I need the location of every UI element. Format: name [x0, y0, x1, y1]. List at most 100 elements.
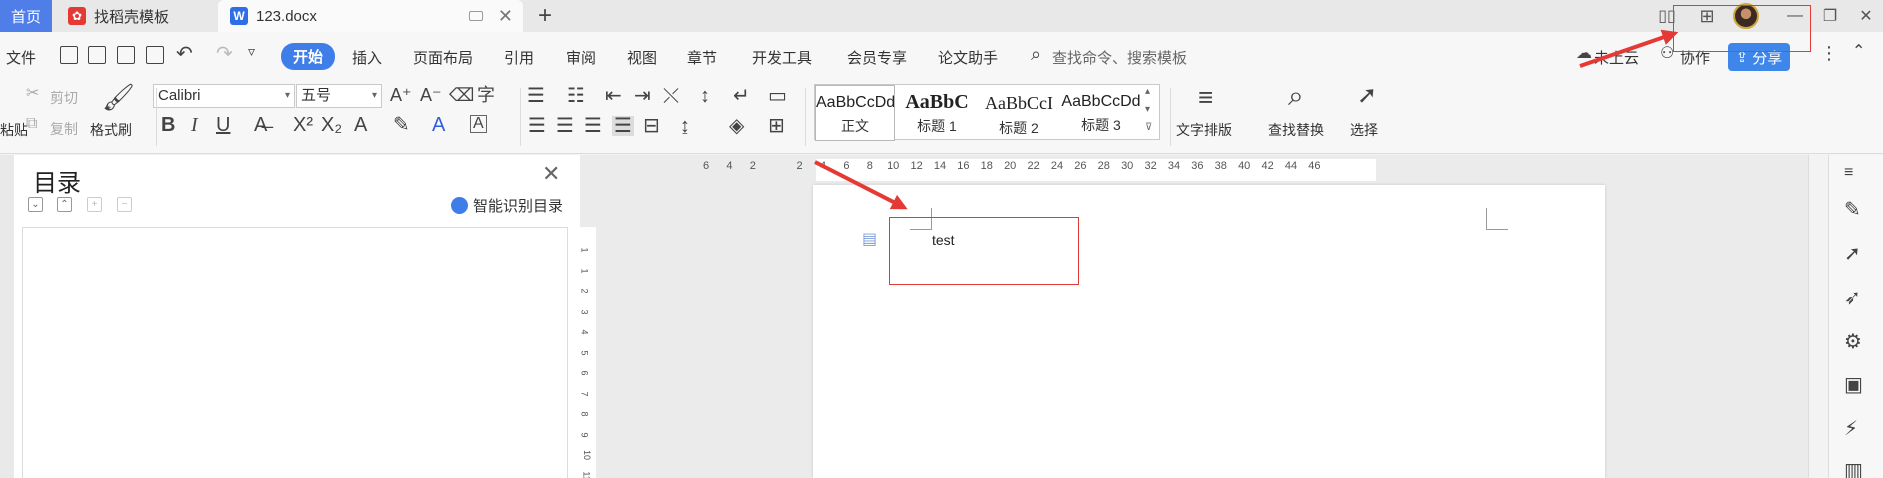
numbered-list-icon[interactable]: ☷	[567, 86, 585, 106]
style-heading-2[interactable]: AaBbCcI 标题 2	[979, 85, 1059, 141]
find-replace-button[interactable]: 查找替换	[1268, 120, 1324, 140]
add-heading-icon[interactable]: +	[87, 197, 102, 212]
select-button[interactable]: 选择	[1350, 120, 1378, 140]
collapse-ribbon-icon[interactable]: ⌃	[1852, 44, 1865, 60]
lightning-icon[interactable]: ⚡	[1844, 416, 1858, 441]
more-dropdown-icon[interactable]: ▿	[248, 44, 255, 58]
rocket-icon[interactable]: ➶	[1844, 285, 1861, 310]
menu-lines-icon[interactable]: ≡	[1844, 164, 1853, 182]
menu-member[interactable]: 会员专享	[847, 47, 907, 68]
new-tab-button[interactable]: +	[538, 2, 552, 30]
vertical-ruler[interactable]: 1123456789101112	[580, 185, 596, 478]
menu-developer[interactable]: 开发工具	[752, 47, 812, 68]
align-right-icon[interactable]: ☰	[584, 116, 602, 136]
copy-button[interactable]: 复制	[50, 119, 78, 139]
text-effect-icon[interactable]: A	[354, 115, 367, 135]
expand-all-icon[interactable]: ⌄	[28, 197, 43, 212]
text-layout-button[interactable]: 文字排版	[1176, 120, 1232, 140]
scroll-up-icon[interactable]: ▴	[1145, 87, 1150, 97]
menu-insert[interactable]: 插入	[352, 47, 382, 68]
restore-button[interactable]: ❐	[1815, 0, 1845, 32]
show-marks-icon[interactable]: ↵	[733, 86, 750, 106]
char-border-icon[interactable]: A	[470, 115, 487, 133]
menu-thesis[interactable]: 论文助手	[938, 47, 998, 68]
shrink-font-icon[interactable]: A⁻	[420, 86, 442, 104]
style-heading-1[interactable]: AaBbC 标题 1	[897, 85, 977, 141]
toc-list[interactable]	[22, 227, 568, 478]
ruler-tick: 42	[1261, 160, 1274, 172]
remove-heading-icon[interactable]: −	[117, 197, 132, 212]
wps-writer-icon: W	[230, 7, 248, 25]
superscript-icon[interactable]: X²	[293, 115, 313, 135]
export-pdf-icon[interactable]	[88, 46, 106, 64]
image-tool-icon[interactable]: ▣	[1844, 372, 1863, 397]
print-icon[interactable]	[117, 46, 135, 64]
menu-view[interactable]: 视图	[627, 47, 657, 68]
borders-icon[interactable]: ⊞	[768, 116, 785, 136]
menu-references[interactable]: 引用	[504, 47, 534, 68]
pen-icon[interactable]: ✎	[1844, 197, 1861, 222]
redo-icon[interactable]: ↷	[216, 44, 233, 64]
save-icon[interactable]	[60, 46, 78, 64]
subscript-icon[interactable]: X₂	[321, 115, 342, 135]
menu-home[interactable]: 开始	[281, 43, 336, 70]
style-preview: AaBbCcI	[985, 93, 1053, 113]
style-normal[interactable]: AaBbCcDd 正文	[815, 85, 895, 141]
bullet-list-icon[interactable]: ☰	[527, 86, 545, 106]
vertical-scrollbar[interactable]	[1808, 155, 1828, 478]
command-search-input[interactable]: 查找命令、搜索模板	[1052, 47, 1187, 68]
tab-home[interactable]: 首页	[0, 0, 52, 32]
phonetic-guide-icon[interactable]: 字	[477, 86, 495, 104]
style-heading-3[interactable]: AaBbCcDd 标题 3	[1061, 85, 1141, 141]
style-label: 标题 1	[917, 118, 957, 134]
underline-icon[interactable]: U	[216, 115, 230, 135]
bold-icon[interactable]: B	[161, 115, 175, 135]
font-size-select[interactable]: 五号 ▾	[296, 84, 382, 108]
more-options-icon[interactable]: ⋮	[1820, 44, 1838, 62]
smart-toc-button[interactable]: 智能识别目录	[451, 195, 563, 216]
increase-indent-icon[interactable]: ⇥	[634, 86, 651, 106]
collapse-all-icon[interactable]: ⌃	[57, 197, 72, 212]
select-arrow-icon[interactable]: ➚	[1844, 241, 1861, 266]
monitor-icon[interactable]	[469, 11, 483, 21]
grow-font-icon[interactable]: A⁺	[390, 86, 412, 104]
cut-button[interactable]: 剪切	[50, 88, 78, 108]
highlight-icon[interactable]: ✎	[393, 115, 410, 135]
divider	[156, 88, 157, 146]
undo-icon[interactable]: ↶	[176, 44, 193, 64]
decrease-indent-icon[interactable]: ⇤	[605, 86, 622, 106]
paragraph-marker-icon[interactable]: ▤	[862, 232, 877, 248]
expand-gallery-icon[interactable]: ⊽	[1145, 123, 1152, 133]
line-spacing-icon[interactable]: ↨	[680, 116, 690, 136]
align-left-icon[interactable]: ☰	[528, 116, 546, 136]
menu-chapter[interactable]: 章节	[687, 47, 717, 68]
tab-templates[interactable]: ✿ 找稻壳模板	[56, 0, 214, 32]
font-name-select[interactable]: Calibri ▾	[153, 84, 295, 108]
clear-format-icon[interactable]: ⌫	[449, 86, 474, 104]
justify-icon[interactable]: ☰	[612, 116, 634, 136]
tab-document[interactable]: W 123.docx ✕	[218, 0, 523, 32]
table-ruler-icon[interactable]: ▭	[768, 86, 787, 106]
distributed-align-icon[interactable]: ⊟	[643, 116, 660, 136]
close-pane-icon[interactable]: ✕	[542, 161, 560, 187]
scroll-down-icon[interactable]: ▾	[1145, 105, 1150, 115]
chinese-layout-icon[interactable]: ⤬	[663, 86, 679, 106]
shading-icon[interactable]: ◈	[729, 116, 744, 136]
horizontal-ruler[interactable]: 6422468101214161820222426283032343638404…	[580, 155, 1808, 185]
format-painter-button[interactable]: 格式刷	[90, 120, 132, 140]
close-tab-icon[interactable]: ✕	[498, 6, 513, 27]
menu-file[interactable]: 文件	[6, 47, 36, 68]
book-icon[interactable]: ▥	[1844, 458, 1863, 478]
font-color-icon[interactable]: A	[432, 115, 445, 135]
italic-icon[interactable]: I	[191, 115, 198, 135]
sort-icon[interactable]: ↕	[700, 86, 710, 106]
ruler-tick: 4	[726, 160, 733, 172]
close-window-button[interactable]: ✕	[1851, 0, 1881, 32]
paste-label[interactable]: 粘贴	[0, 120, 28, 140]
menu-page-layout[interactable]: 页面布局	[413, 47, 473, 68]
strikethrough-icon[interactable]: A̶	[254, 115, 267, 135]
align-center-icon[interactable]: ☰	[556, 116, 574, 136]
print-preview-icon[interactable]	[146, 46, 164, 64]
menu-review[interactable]: 审阅	[566, 47, 596, 68]
sliders-icon[interactable]: ⚙	[1844, 329, 1862, 354]
